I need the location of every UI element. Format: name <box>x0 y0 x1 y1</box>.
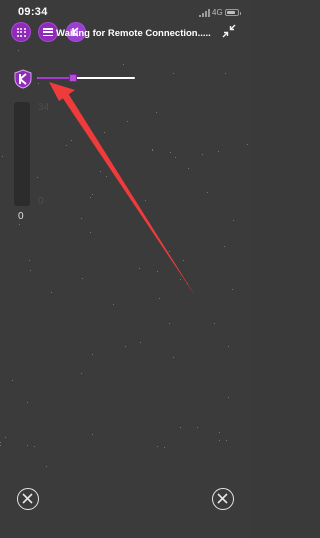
close-icon <box>22 493 33 504</box>
close-right-button[interactable] <box>212 488 234 510</box>
annotation-arrow <box>49 82 196 297</box>
close-left-button[interactable] <box>17 488 39 510</box>
close-icon <box>217 493 228 504</box>
remote-session-screen: 09:34 4G Waiting for Remote Connection..… <box>0 0 250 538</box>
